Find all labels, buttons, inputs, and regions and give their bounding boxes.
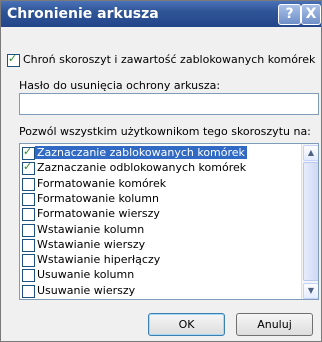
permission-checkbox[interactable] xyxy=(22,160,35,176)
protect-sheet-dialog: Chronienie arkusza ? X Chroń skoroszyt i… xyxy=(0,0,322,342)
permission-item[interactable]: Zaznaczanie odblokowanych komórek xyxy=(20,160,301,176)
dialog-title: Chronienie arkusza xyxy=(7,6,159,22)
title-bar[interactable]: Chronienie arkusza ? X xyxy=(1,1,321,27)
permission-label: Zaznaczanie odblokowanych komórek xyxy=(37,161,247,175)
permission-item[interactable]: Wstawianie wierszy xyxy=(20,237,301,252)
permission-item[interactable]: Zaznaczanie zablokowanych komórek xyxy=(20,145,301,160)
permission-checkbox[interactable] xyxy=(22,254,35,268)
permission-label: Formatowanie komórek xyxy=(37,176,167,190)
permission-item[interactable]: Usuwanie wierszy xyxy=(20,283,301,298)
permission-checkbox[interactable] xyxy=(22,145,35,160)
list-scrollbar[interactable]: ▲ ▼ xyxy=(301,144,318,299)
permission-label: Usuwanie wierszy xyxy=(37,283,136,297)
permission-item[interactable]: Wstawianie kolumn xyxy=(20,222,301,237)
permission-checkbox[interactable] xyxy=(22,192,35,206)
protect-label[interactable]: Chroń skoroszyt i zawartość zablokowanyc… xyxy=(23,53,315,66)
permission-checkbox[interactable] xyxy=(22,177,35,191)
protect-checkbox[interactable] xyxy=(7,52,20,67)
permission-item[interactable]: Formatowanie wierszy xyxy=(20,207,301,222)
permission-checkbox[interactable] xyxy=(22,238,35,252)
permission-checkbox[interactable] xyxy=(22,269,35,283)
permissions-label: Pozwól wszystkim użytkownikom tego skoro… xyxy=(19,125,311,138)
permission-checkbox[interactable] xyxy=(22,223,35,237)
scroll-down-icon[interactable]: ▼ xyxy=(303,283,318,299)
scroll-thumb[interactable] xyxy=(303,162,318,281)
permission-label: Formatowanie wierszy xyxy=(37,207,160,221)
scroll-up-icon[interactable]: ▲ xyxy=(303,145,318,161)
permission-label: Wstawianie wierszy xyxy=(37,237,146,251)
permission-label: Wstawianie kolumn xyxy=(37,222,145,236)
password-label: Hasło do usunięcia ochrony arkusza: xyxy=(19,79,221,92)
permission-item[interactable]: Wstawianie hiperłączy xyxy=(20,253,301,268)
permission-label: Wstawianie hiperłączy xyxy=(37,253,161,267)
permission-checkbox[interactable] xyxy=(22,208,35,222)
permission-item[interactable]: Formatowanie kolumn xyxy=(20,191,301,206)
help-button[interactable]: ? xyxy=(278,4,301,25)
permission-item[interactable]: Formatowanie komórek xyxy=(20,176,301,191)
ok-button[interactable]: OK xyxy=(148,313,225,336)
close-button[interactable]: X xyxy=(301,4,321,25)
password-input[interactable] xyxy=(19,93,319,115)
permission-item[interactable]: Usuwanie kolumn xyxy=(20,268,301,283)
permission-checkbox[interactable] xyxy=(22,284,35,298)
permission-label: Usuwanie kolumn xyxy=(37,268,135,282)
permissions-list[interactable]: Zaznaczanie zablokowanych komórek Zaznacz… xyxy=(19,143,319,300)
cancel-button[interactable]: Anuluj xyxy=(236,313,313,336)
permission-label: Formatowanie kolumn xyxy=(37,191,159,205)
permission-label: Zaznaczanie zablokowanych komórek xyxy=(35,146,247,159)
